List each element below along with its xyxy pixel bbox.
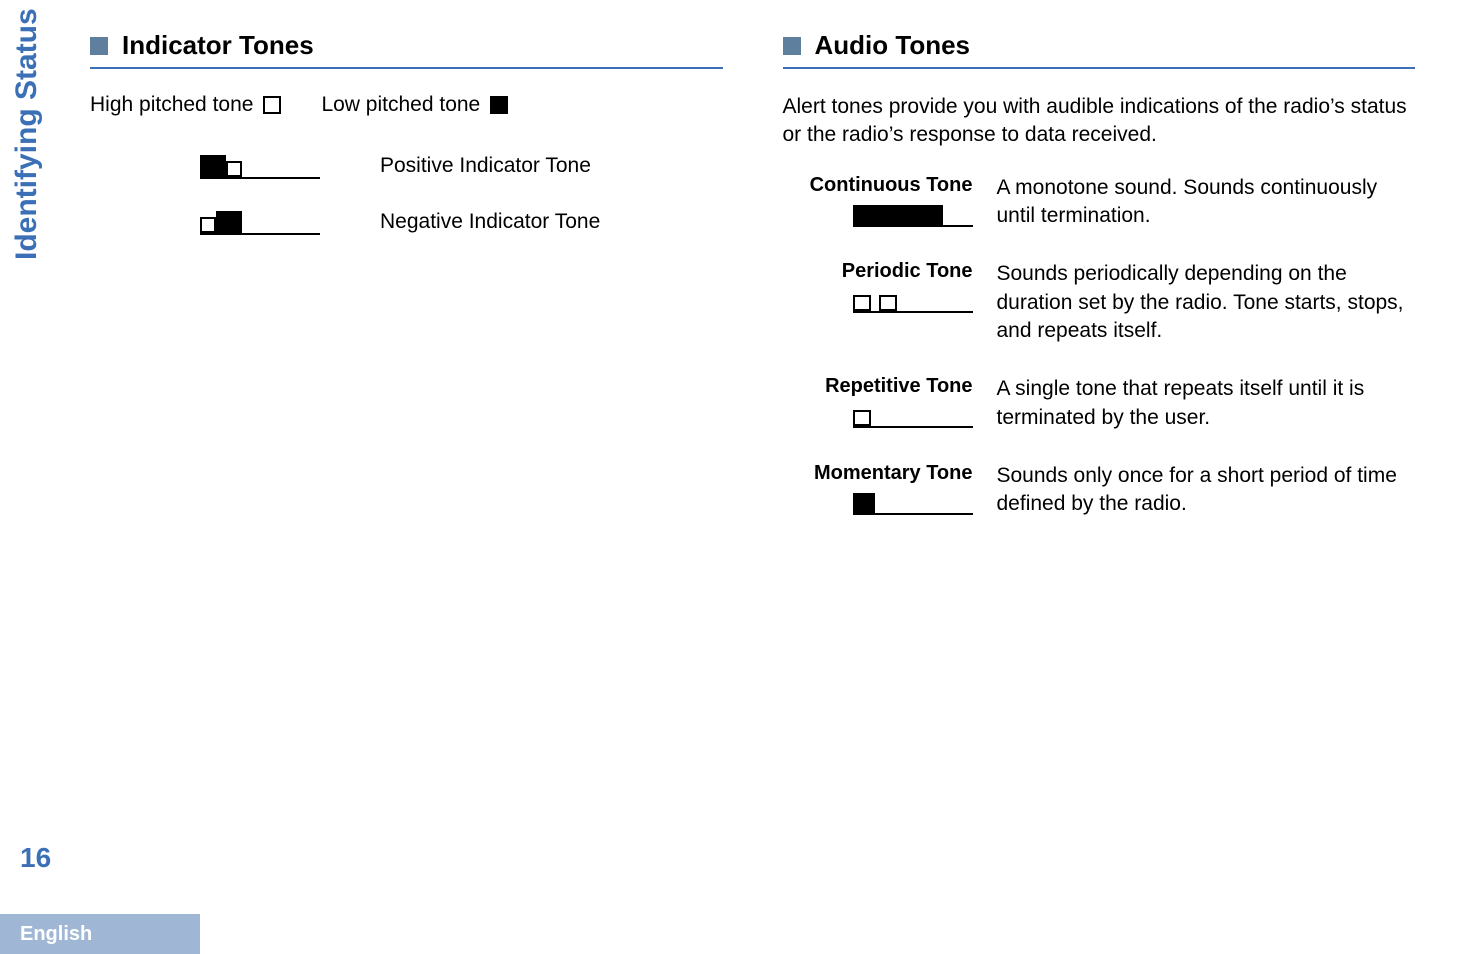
continuous-tone-name: Continuous Tone [783,174,973,197]
section-marker-icon [90,37,108,55]
momentary-tone-icon [783,491,973,515]
continuous-tone-row: Continuous Tone A monotone sound. Sounds… [783,174,1416,231]
language-tab: English [0,914,200,954]
section-title: Audio Tones [815,30,971,61]
section-rule [783,67,1416,69]
legend-low-label: Low pitched tone [321,93,480,117]
positive-indicator-icon [200,153,320,179]
negative-indicator-label: Negative Indicator Tone [380,210,600,234]
page-number: 16 [20,842,51,874]
periodic-tone-left: Periodic Tone [783,260,973,345]
positive-indicator-label: Positive Indicator Tone [380,154,591,178]
repetitive-tone-name: Repetitive Tone [783,375,973,398]
high-tone-icon [263,96,281,114]
negative-indicator-row: Negative Indicator Tone [90,209,723,235]
repetitive-tone-left: Repetitive Tone [783,375,973,432]
momentary-tone-desc: Sounds only once for a short period of t… [997,462,1416,519]
legend-high-pitched: High pitched tone [90,93,281,117]
repetitive-tone-row: Repetitive Tone A single tone that repea… [783,375,1416,432]
page-root: Identifying Status Indicators 16 English… [0,0,1475,954]
momentary-tone-name: Momentary Tone [783,462,973,485]
section-header: Audio Tones [783,30,1416,61]
legend-low-pitched: Low pitched tone [321,93,508,117]
periodic-tone-desc: Sounds periodically depending on the dur… [997,260,1416,345]
continuous-tone-desc: A monotone sound. Sounds continuously un… [997,174,1416,231]
section-marker-icon [783,37,801,55]
repetitive-tone-desc: A single tone that repeats itself until … [997,375,1416,432]
continuous-tone-icon [783,203,973,227]
section-rule [90,67,723,69]
tone-legend: High pitched tone Low pitched tone [90,93,723,117]
repetitive-tone-icon [783,404,973,428]
periodic-tone-icon [783,289,973,313]
legend-high-label: High pitched tone [90,93,253,117]
audio-tones-section: Audio Tones Alert tones provide you with… [783,30,1416,549]
momentary-tone-left: Momentary Tone [783,462,973,519]
section-title: Indicator Tones [122,30,314,61]
indicator-tones-section: Indicator Tones High pitched tone Low pi… [90,30,723,549]
periodic-tone-row: Periodic Tone Sounds periodically depend… [783,260,1416,345]
momentary-tone-row: Momentary Tone Sounds only once for a sh… [783,462,1416,519]
low-tone-icon [490,96,508,114]
content-columns: Indicator Tones High pitched tone Low pi… [90,30,1415,549]
negative-indicator-icon [200,209,320,235]
periodic-tone-name: Periodic Tone [783,260,973,283]
positive-indicator-row: Positive Indicator Tone [90,153,723,179]
audio-intro-text: Alert tones provide you with audible ind… [783,93,1416,150]
section-header: Indicator Tones [90,30,723,61]
side-tab-label: Identifying Status Indicators [10,0,44,260]
continuous-tone-left: Continuous Tone [783,174,973,231]
